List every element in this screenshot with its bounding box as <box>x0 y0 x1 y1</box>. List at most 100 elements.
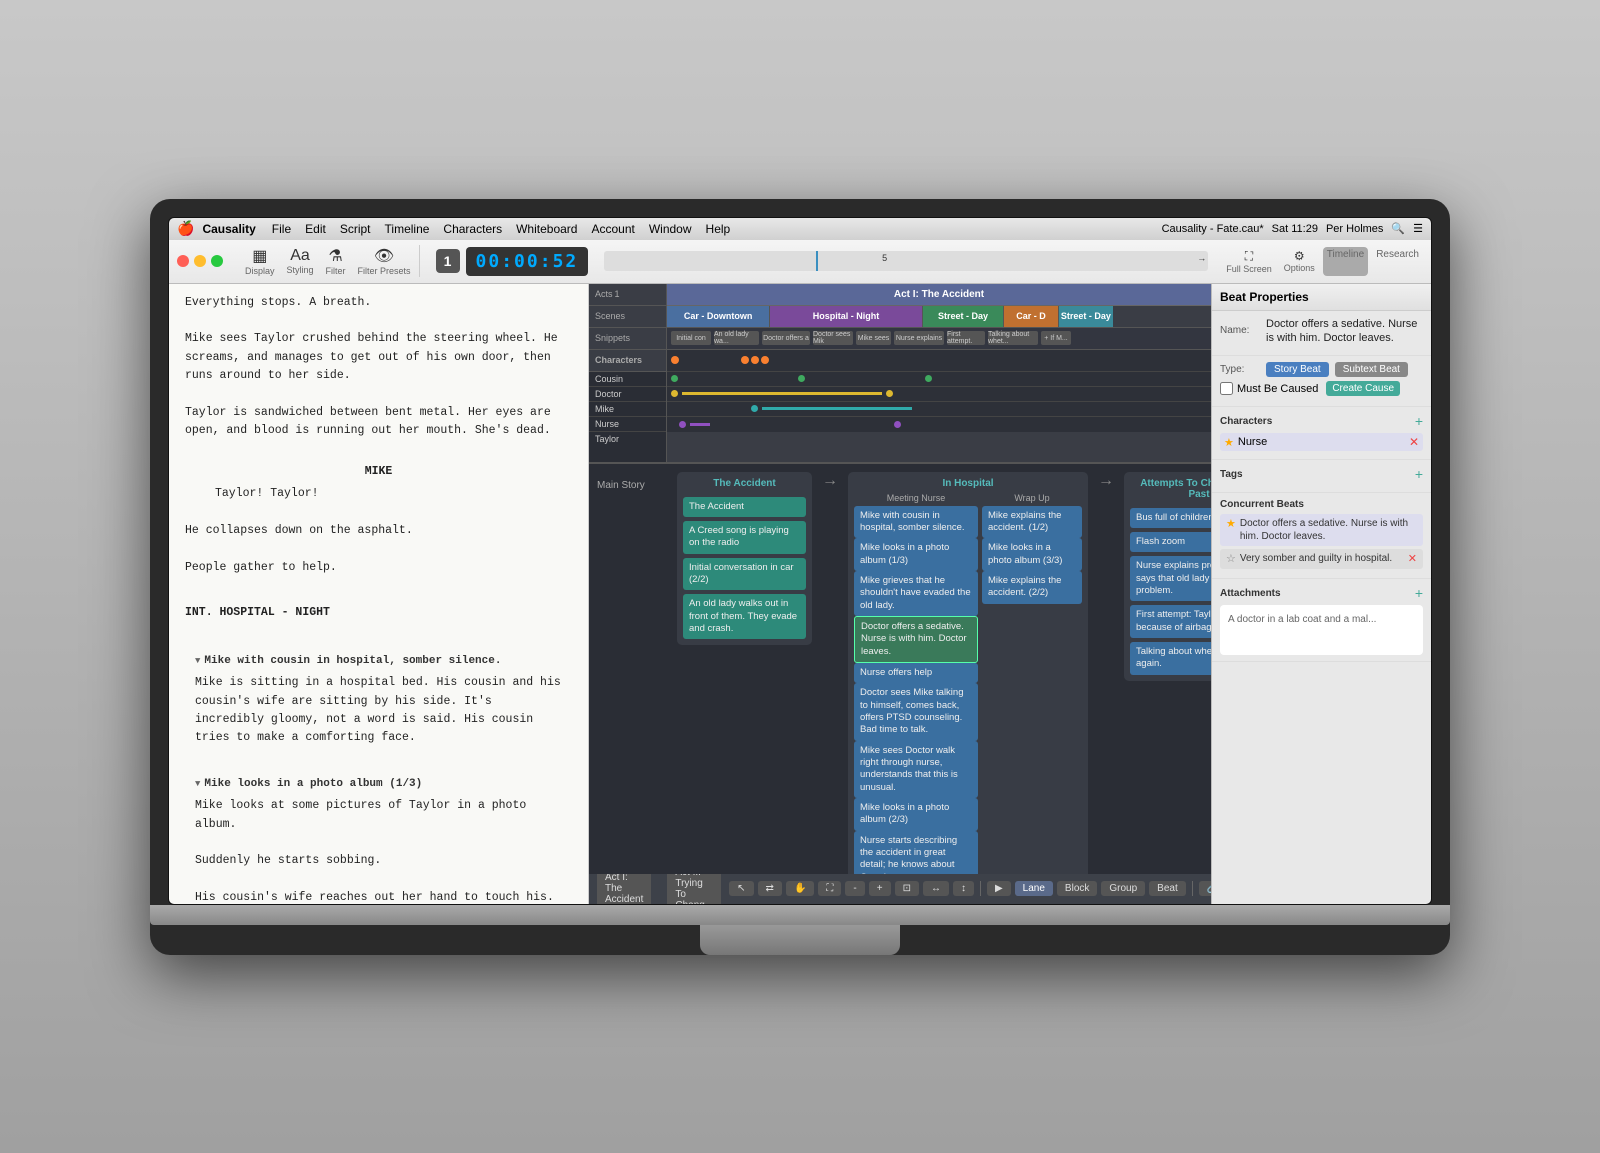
play-btn[interactable]: ▶ <box>987 881 1011 896</box>
maximize-button[interactable] <box>211 255 223 267</box>
concurrent-remove-btn[interactable]: ✕ <box>1408 552 1417 566</box>
options-button[interactable]: ⚙ Options <box>1280 247 1319 276</box>
menu-whiteboard[interactable]: Whiteboard <box>510 220 583 238</box>
beat-name-value[interactable]: Doctor offers a sedative. Nurse is with … <box>1266 317 1423 346</box>
styling-button[interactable]: Aa Styling <box>283 245 318 277</box>
zoom-out-btn[interactable]: - <box>845 881 864 896</box>
scene-street-day2[interactable]: Street - Day <box>1059 306 1113 327</box>
menu-help[interactable]: Help <box>700 220 737 238</box>
filter-button[interactable]: ⚗ Filter <box>322 244 350 278</box>
accident-card-2[interactable]: A Creed song is playing on the radio <box>683 521 806 554</box>
snippet-9[interactable]: + If M... <box>1041 331 1071 345</box>
snippet-6[interactable]: Nurse explains <box>894 331 944 345</box>
hospital-card-9[interactable]: Nurse starts describing the accident in … <box>854 831 978 874</box>
scene-street-day1[interactable]: Street - Day <box>923 306 1005 327</box>
hospital-card-6[interactable]: Doctor sees Mike talking to himself, com… <box>854 683 978 740</box>
wrapup-card-1[interactable]: Mike explains the accident. (1/2) <box>982 506 1082 539</box>
concurrent-beat-1[interactable]: ★ Doctor offers a sedative. Nurse is wit… <box>1220 514 1423 546</box>
subtext-beat-btn[interactable]: Subtext Beat <box>1335 362 1408 377</box>
collapse-triangle-2[interactable]: ▼ <box>195 777 200 791</box>
snippet-5[interactable]: Mike sees <box>856 331 891 345</box>
snippet-4[interactable]: Doctor sees Mik <box>813 331 853 345</box>
nurse-character-row[interactable]: ★ Nurse ✕ <box>1220 433 1423 451</box>
group-btn[interactable]: Group <box>1101 881 1145 896</box>
tags-section-header: Tags + <box>1220 466 1423 482</box>
display-button[interactable]: ▦ Display <box>241 244 279 278</box>
wrapup-card-2[interactable]: Mike looks in a photo album (3/3) <box>982 538 1082 571</box>
bottom-tools: ↖ ⇄ ✋ ⛶ - + ⊡ ↔ ↕ ▶ Lane Block Group <box>729 881 1211 896</box>
scene-car-d[interactable]: Car - D <box>1004 306 1058 327</box>
nurse-star: ★ <box>1224 436 1234 449</box>
attempts-card-3[interactable]: Nurse explains process. Mike says that o… <box>1130 556 1211 601</box>
fullscreen-button[interactable]: ⛶ Full Screen <box>1222 247 1276 276</box>
snippet-1[interactable]: Initial con <box>671 331 711 345</box>
attempts-card-5[interactable]: Talking about whether to try again. <box>1130 642 1211 675</box>
research-tab-button[interactable]: Research <box>1372 247 1423 276</box>
hospital-card-3[interactable]: Mike grieves that he shouldn't have evad… <box>854 571 978 616</box>
snippet-3[interactable]: Doctor offers a <box>762 331 810 345</box>
scene-car-downtown[interactable]: Car - Downtown <box>667 306 770 327</box>
zoom-fit-btn[interactable]: ⊡ <box>895 881 919 896</box>
cousin-dot-3 <box>751 356 759 364</box>
tools-divider <box>980 881 981 896</box>
menu-file[interactable]: File <box>266 220 297 238</box>
create-cause-btn[interactable]: Create Cause <box>1326 381 1400 396</box>
menu-timeline[interactable]: Timeline <box>379 220 436 238</box>
lane-btn[interactable]: Lane <box>1015 881 1053 896</box>
snippet-7[interactable]: First attempt. <box>947 331 985 345</box>
story-beat-btn[interactable]: Story Beat <box>1266 362 1329 377</box>
menu-script[interactable]: Script <box>334 220 377 238</box>
menu-characters[interactable]: Characters <box>437 220 508 238</box>
grab-tool-btn[interactable]: ✋ <box>786 881 814 896</box>
timeline-tracks: Act I: The Accident Car - Downtown Hospi… <box>667 284 1211 462</box>
scene-header-hospital: INT. HOSPITAL - NIGHT <box>185 604 572 622</box>
block-btn[interactable]: Block <box>1057 881 1097 896</box>
hospital-card-5[interactable]: Nurse offers help <box>854 663 978 683</box>
timeline-ruler: 5 → <box>604 251 1208 271</box>
beat-block-photoalbum1[interactable]: ▼ Mike looks in a photo album (1/3) Mike… <box>185 768 572 904</box>
hospital-card-4[interactable]: Doctor offers a sedative. Nurse is with … <box>854 616 978 663</box>
nurse-remove-btn[interactable]: ✕ <box>1409 435 1419 449</box>
beat-counter-group: 1 00:00:52 <box>436 247 589 276</box>
filter-presets-button[interactable]: 👁 Filter Presets <box>354 244 415 278</box>
apple-menu[interactable]: 🍎 <box>177 220 194 237</box>
hospital-card-2[interactable]: Mike looks in a photo album (1/3) <box>854 538 978 571</box>
beat-btn[interactable]: Beat <box>1149 881 1186 896</box>
fit-btn[interactable]: ↕ <box>953 881 974 896</box>
add-attachment-btn[interactable]: + <box>1415 585 1423 601</box>
must-be-caused-checkbox[interactable] <box>1220 382 1233 395</box>
frame-tool-btn[interactable]: ⛶ <box>818 881 841 896</box>
accident-card-3[interactable]: Initial conversation in car (2/2) <box>683 558 806 591</box>
link-tool-btn[interactable]: 🔗 <box>1199 881 1211 896</box>
accident-card-4[interactable]: An old lady walks out in front of them. … <box>683 594 806 639</box>
add-character-btn[interactable]: + <box>1415 413 1423 429</box>
attempts-card-4[interactable]: First attempt: Taylor dies because of ai… <box>1130 605 1211 638</box>
close-button[interactable] <box>177 255 189 267</box>
swap-tool-btn[interactable]: ⇄ <box>758 881 782 896</box>
minimize-button[interactable] <box>194 255 206 267</box>
hospital-card-7[interactable]: Mike sees Doctor walk right through nurs… <box>854 741 978 798</box>
zoom-in-btn[interactable]: + <box>869 881 891 896</box>
snippet-2[interactable]: An old lady wa... <box>714 331 759 345</box>
concurrent-beat-2[interactable]: ☆ Very somber and guilty in hospital. ✕ <box>1220 549 1423 569</box>
snippet-8[interactable]: Talking about whet... <box>988 331 1038 345</box>
timeline-tab-button[interactable]: Timeline <box>1323 247 1368 276</box>
attempts-card-2[interactable]: Flash zoom <box>1130 532 1211 552</box>
attachment-preview[interactable]: A doctor in a lab coat and a mal... <box>1220 605 1423 655</box>
collapse-triangle-1[interactable]: ▼ <box>195 654 200 668</box>
menu-icon[interactable]: ☰ <box>1413 222 1423 235</box>
fit-width-btn[interactable]: ↔ <box>923 881 949 896</box>
search-icon[interactable]: 🔍 <box>1391 222 1405 235</box>
hospital-card-8[interactable]: Mike looks in a photo album (2/3) <box>854 798 978 831</box>
attempts-card-1[interactable]: Bus full of children <box>1130 508 1211 528</box>
pointer-tool-btn[interactable]: ↖ <box>729 881 753 896</box>
hospital-card-1[interactable]: Mike with cousin in hospital, somber sil… <box>854 506 978 539</box>
add-tag-btn[interactable]: + <box>1415 466 1423 482</box>
beat-block-cousin[interactable]: ▼ Mike with cousin in hospital, somber s… <box>185 645 572 756</box>
menu-edit[interactable]: Edit <box>299 220 332 238</box>
scene-hospital[interactable]: Hospital - Night <box>770 306 922 327</box>
wrapup-card-3[interactable]: Mike explains the accident. (2/2) <box>982 571 1082 604</box>
menu-window[interactable]: Window <box>643 220 698 238</box>
accident-card-1[interactable]: The Accident <box>683 497 806 517</box>
menu-account[interactable]: Account <box>585 220 640 238</box>
